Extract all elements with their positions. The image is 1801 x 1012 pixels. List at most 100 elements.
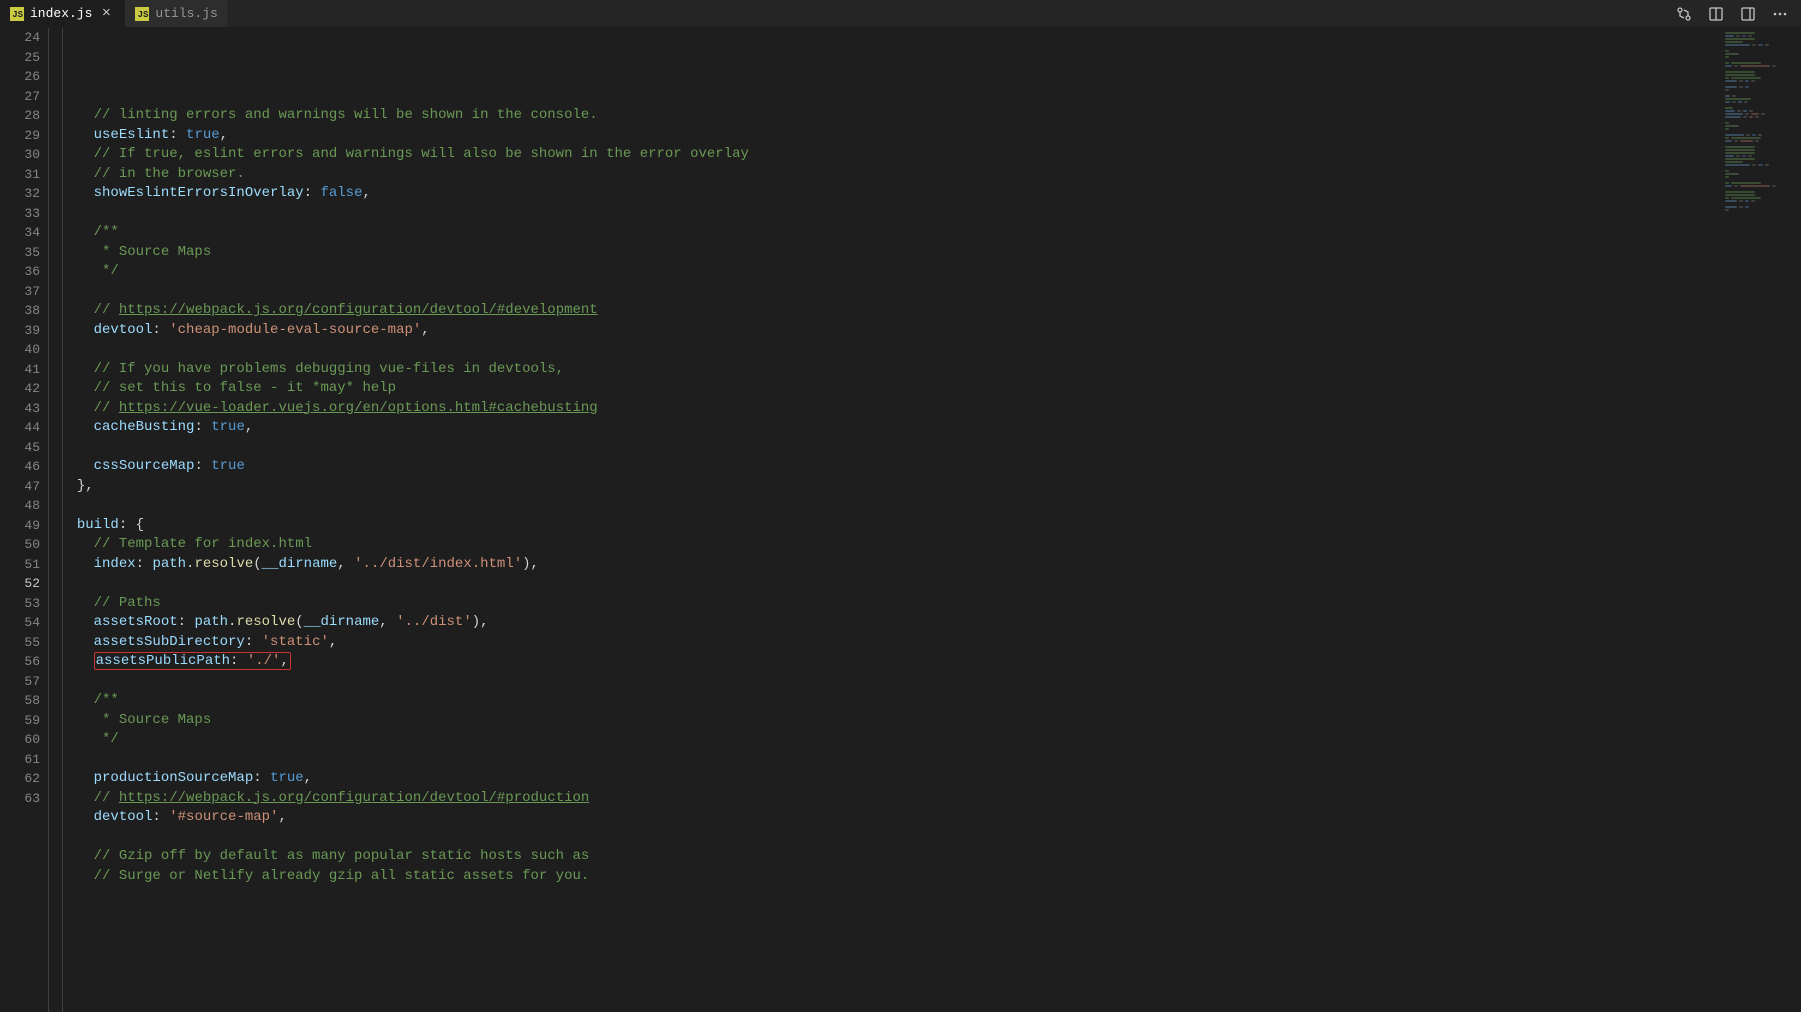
indent-guide (48, 28, 49, 1012)
code-line[interactable] (60, 496, 1721, 516)
line-number: 63 (0, 789, 40, 809)
code-line[interactable]: // https://webpack.js.org/configuration/… (60, 789, 1721, 809)
line-number: 33 (0, 204, 40, 224)
code-line[interactable] (60, 340, 1721, 360)
code-line[interactable]: assetsSubDirectory: 'static', (60, 633, 1721, 653)
code-line[interactable]: // set this to false - it *may* help (60, 379, 1721, 399)
code-line[interactable]: index: path.resolve(__dirname, '../dist/… (60, 555, 1721, 575)
line-number: 31 (0, 165, 40, 185)
line-number: 34 (0, 223, 40, 243)
more-icon[interactable] (1769, 3, 1791, 25)
line-number: 48 (0, 496, 40, 516)
line-number: 41 (0, 360, 40, 380)
code-line[interactable]: // https://webpack.js.org/configuration/… (60, 301, 1721, 321)
line-number: 46 (0, 457, 40, 477)
line-number: 39 (0, 321, 40, 341)
indent-guide (62, 28, 63, 1012)
close-icon[interactable]: × (98, 6, 114, 22)
line-number: 24 (0, 28, 40, 48)
line-number: 58 (0, 691, 40, 711)
line-number: 49 (0, 516, 40, 536)
tab-label: index.js (30, 6, 92, 21)
split-editor-icon[interactable] (1737, 3, 1759, 25)
line-number: 35 (0, 243, 40, 263)
code-line[interactable]: }, (60, 477, 1721, 497)
line-number: 55 (0, 633, 40, 653)
code-line[interactable]: // Paths (60, 594, 1721, 614)
line-number: 57 (0, 672, 40, 692)
code-line[interactable] (60, 574, 1721, 594)
code-line[interactable]: cssSourceMap: true (60, 457, 1721, 477)
line-number: 32 (0, 184, 40, 204)
tabs-spacer (229, 0, 1663, 27)
code-line[interactable]: /** (60, 691, 1721, 711)
code-line[interactable]: */ (60, 730, 1721, 750)
code-line[interactable]: cacheBusting: true, (60, 418, 1721, 438)
code-line[interactable]: // If true, eslint errors and warnings w… (60, 145, 1721, 165)
line-number: 54 (0, 613, 40, 633)
git-compare-icon[interactable] (1673, 3, 1695, 25)
code-line[interactable]: */ (60, 262, 1721, 282)
line-number: 61 (0, 750, 40, 770)
editor-area[interactable]: 2425262728293031323334353637383940414243… (0, 28, 1801, 1012)
code-line[interactable] (60, 828, 1721, 848)
code-line[interactable]: assetsRoot: path.resolve(__dirname, '../… (60, 613, 1721, 633)
minimap[interactable] (1721, 28, 1801, 1012)
code-line[interactable]: // in the browser. (60, 165, 1721, 185)
code-line[interactable]: // https://vue-loader.vuejs.org/en/optio… (60, 399, 1721, 419)
line-number: 36 (0, 262, 40, 282)
line-number: 52 (0, 574, 40, 594)
tabs-bar: JS index.js × JS utils.js (0, 0, 1801, 28)
tab-index-js[interactable]: JS index.js × (0, 0, 125, 27)
line-number: 40 (0, 340, 40, 360)
line-number: 44 (0, 418, 40, 438)
code-line[interactable]: productionSourceMap: true, (60, 769, 1721, 789)
line-number: 30 (0, 145, 40, 165)
tab-label: utils.js (155, 6, 217, 21)
line-number: 50 (0, 535, 40, 555)
line-number: 42 (0, 379, 40, 399)
code-line[interactable]: assetsPublicPath: './', (60, 652, 1721, 672)
line-number: 60 (0, 730, 40, 750)
line-number: 28 (0, 106, 40, 126)
line-number: 29 (0, 126, 40, 146)
code-line[interactable] (60, 204, 1721, 224)
code-content[interactable]: // linting errors and warnings will be s… (48, 28, 1721, 1012)
code-line[interactable]: // If you have problems debugging vue-fi… (60, 360, 1721, 380)
line-number: 37 (0, 282, 40, 302)
line-number-gutter[interactable]: 2425262728293031323334353637383940414243… (0, 28, 48, 1012)
line-number: 25 (0, 48, 40, 68)
code-line[interactable]: * Source Maps (60, 711, 1721, 731)
code-line[interactable]: /** (60, 223, 1721, 243)
line-number: 38 (0, 301, 40, 321)
line-number: 27 (0, 87, 40, 107)
title-actions (1663, 0, 1801, 27)
code-line[interactable]: build: { (60, 516, 1721, 536)
code-line[interactable]: devtool: '#source-map', (60, 808, 1721, 828)
code-line[interactable] (60, 672, 1721, 692)
line-number: 53 (0, 594, 40, 614)
line-number: 26 (0, 67, 40, 87)
code-line[interactable]: // linting errors and warnings will be s… (60, 106, 1721, 126)
code-line[interactable]: * Source Maps (60, 243, 1721, 263)
js-file-icon: JS (10, 7, 24, 21)
code-line[interactable]: // Gzip off by default as many popular s… (60, 847, 1721, 867)
line-number: 56 (0, 652, 40, 672)
code-line[interactable]: useEslint: true, (60, 126, 1721, 146)
line-number: 59 (0, 711, 40, 731)
code-line[interactable] (60, 750, 1721, 770)
line-number: 62 (0, 769, 40, 789)
line-number: 45 (0, 438, 40, 458)
code-line[interactable]: devtool: 'cheap-module-eval-source-map', (60, 321, 1721, 341)
line-number: 43 (0, 399, 40, 419)
code-line[interactable]: // Template for index.html (60, 535, 1721, 555)
code-line[interactable]: // Surge or Netlify already gzip all sta… (60, 867, 1721, 887)
open-preview-icon[interactable] (1705, 3, 1727, 25)
js-file-icon: JS (135, 7, 149, 21)
tab-utils-js[interactable]: JS utils.js (125, 0, 228, 27)
code-line[interactable] (60, 282, 1721, 302)
code-line[interactable] (60, 438, 1721, 458)
line-number: 51 (0, 555, 40, 575)
code-line[interactable]: showEslintErrorsInOverlay: false, (60, 184, 1721, 204)
line-number: 47 (0, 477, 40, 497)
